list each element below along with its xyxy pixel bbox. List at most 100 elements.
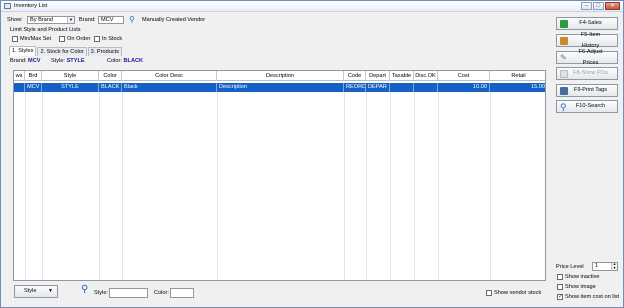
col-code[interactable]: Code [344,71,366,81]
grid-line [366,92,367,280]
price-level-value: 1 [595,263,599,269]
brand-label: Brand: [79,17,96,23]
cell-code: REORD [346,83,366,92]
cell-retail: 15.00 [531,84,545,90]
show-image-box[interactable] [557,284,563,290]
cell-ws [14,83,25,92]
col-ws[interactable]: ws [14,71,25,81]
brand-field[interactable]: MCV [98,16,124,24]
minmax-label: Min/Max Set [20,36,52,42]
f6-adjust-prices-button[interactable]: ✎ F6-Adjust Prices [556,49,618,66]
triangle-down-icon: ▼ [48,288,53,294]
col-cost[interactable]: Cost [438,71,490,81]
cell-color: BLACK [99,83,122,92]
price-level-label: Price Level [556,264,584,270]
f9-print-tags-button[interactable]: F9-Print Tags [556,84,618,97]
show-dropdown-value: By Brand [30,17,54,23]
chevron-down-icon: ▼ [67,17,74,23]
col-disc-ok[interactable]: Disc.OK [414,71,438,81]
inventory-list-window: Inventory List – □ ✕ Show: By Brand ▼ Br… [0,0,624,308]
show-inactive-checkbox[interactable]: Show inactive [557,273,600,281]
limit-lists-label: Limit Style and Product Lists [10,27,81,33]
show-image-checkbox[interactable]: Show image [557,283,596,291]
f8-show-pos-button[interactable]: F8-Show POs [556,67,618,80]
brand-search-icon[interactable]: ⚲ [129,15,135,24]
show-label: Show: [7,17,23,23]
style-menu-label: Style [24,288,37,294]
col-color[interactable]: Color [99,71,122,81]
close-button[interactable]: ✕ [605,2,620,10]
col-description[interactable]: Description [217,71,344,81]
grid-line [122,92,123,280]
table-row[interactable]: MCV STYLE BLACK Black Description REORD … [14,83,545,92]
grid-header: ws Brd Style Color Color Desc Descriptio… [14,71,545,81]
show-item-cost-box[interactable] [557,293,563,300]
cell-description: Description [217,83,344,92]
col-brd[interactable]: Brd [25,71,42,81]
search-icon[interactable]: ⚲ [81,284,88,295]
f10-search-button[interactable]: ⚲ F10-Search [556,100,618,113]
show-vendor-stock-checkbox[interactable]: Show vendor stock [486,289,541,297]
cell-color-desc: Black [122,83,217,92]
f10-search-label: F10-Search [575,103,606,109]
info-style: Style: STYLE [51,58,85,64]
maximize-button[interactable]: □ [593,2,604,10]
cell-cost: 10.00 [438,83,490,92]
grid-line [217,92,218,280]
style-menu-button[interactable]: Style ▼ [14,285,58,298]
grid-line [438,92,439,280]
f5-item-history-button[interactable]: F5-Item History [556,32,618,49]
col-taxable[interactable]: Taxable [390,71,414,81]
col-depart[interactable]: Depart [366,71,390,81]
onorder-checkbox[interactable]: On Order [59,35,90,43]
price-level-spinner[interactable]: 1 ▲ ▼ [592,262,618,271]
minmax-checkbox[interactable]: Min/Max Set [12,35,51,43]
tags-icon [560,86,568,95]
sales-icon [560,19,568,28]
onorder-label: On Order [67,36,91,42]
minmax-checkbox-box[interactable] [12,36,18,42]
grid-line [490,92,491,280]
cell-style: STYLE [42,83,99,92]
col-color-desc[interactable]: Color Desc [122,71,217,81]
show-vendor-stock-label: Show vendor stock [494,290,542,296]
pencil-icon: ✎ [560,52,567,62]
grid-line [42,92,43,280]
bottom-color-field[interactable] [170,288,194,298]
show-inactive-box[interactable] [557,274,563,280]
search-icon: ⚲ [560,101,567,112]
tab-styles[interactable]: 1. Styles [9,46,37,56]
grid-line [99,92,100,280]
tab-stock-for-color[interactable]: 2. Stock for Color [37,47,87,56]
grid-line [390,92,391,280]
onorder-checkbox-box[interactable] [59,36,65,42]
grid-line [344,92,345,280]
show-item-cost-label: Show item cost on list [565,294,620,300]
minimize-button[interactable]: – [581,2,592,10]
styles-grid[interactable]: ws Brd Style Color Color Desc Descriptio… [13,70,546,281]
f4-sales-label: F4-Sales [579,20,602,26]
spinner-arrows-icon[interactable]: ▲ ▼ [611,262,617,270]
info-brand: Brand: MCV [10,58,41,64]
instock-label: In Stock [102,36,123,42]
history-icon [560,36,568,45]
show-vendor-stock-box[interactable] [486,290,492,296]
f6-adjust-prices-label: F6-Adjust Prices [578,48,603,66]
grid-line [25,92,26,280]
tab-strip: 1. Styles 2. Stock for Color 3. Products [9,46,123,56]
show-item-cost-checkbox[interactable]: Show item cost on list [557,293,619,301]
grid-line [414,92,415,280]
bottom-style-field[interactable] [109,288,148,298]
show-dropdown[interactable]: By Brand ▼ [27,16,75,24]
col-style[interactable]: Style [42,71,99,81]
f4-sales-button[interactable]: F4-Sales [556,17,618,30]
bottom-style-label: Style: [94,290,108,296]
cell-taxable [390,83,414,92]
col-retail[interactable]: Retail [490,71,545,81]
window-title: Inventory List [14,3,48,9]
instock-checkbox[interactable]: In Stock [94,35,122,43]
po-icon [560,69,568,78]
instock-checkbox-box[interactable] [94,36,100,42]
brand-field-value: MCV [101,17,114,23]
tab-products[interactable]: 3. Products [87,47,122,56]
